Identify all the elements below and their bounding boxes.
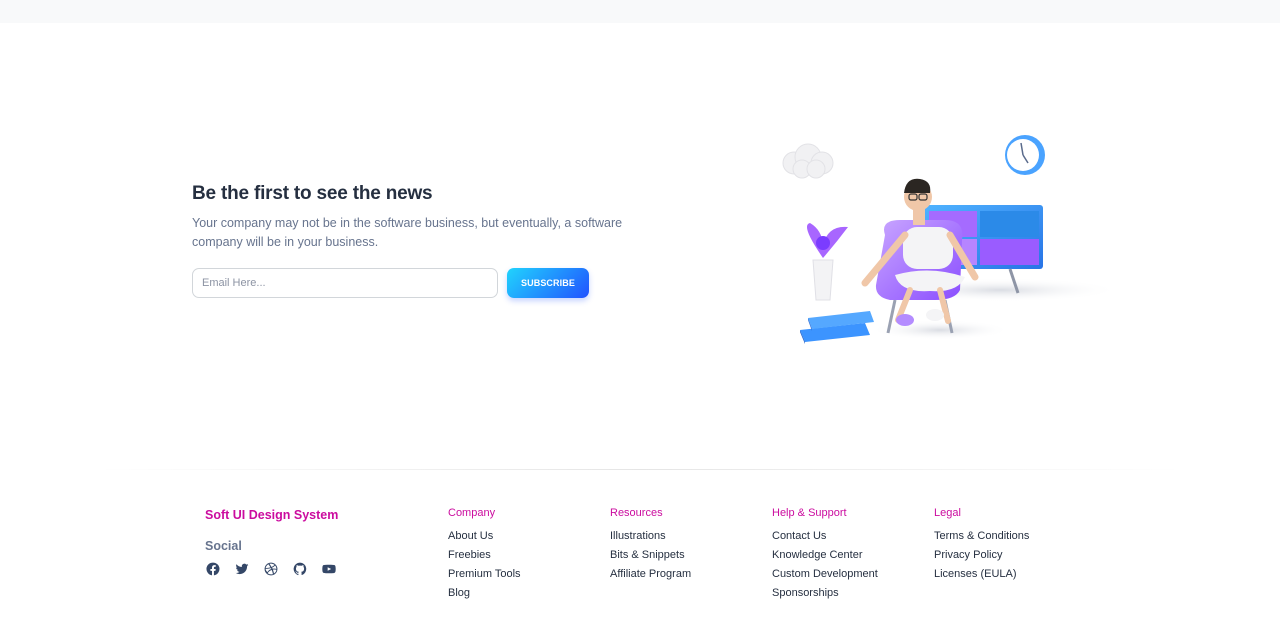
column-title-legal: Legal bbox=[934, 507, 961, 519]
footer-brand[interactable]: Soft UI Design System bbox=[205, 508, 338, 522]
link-premium-tools[interactable]: Premium Tools bbox=[448, 565, 521, 584]
link-custom-development[interactable]: Custom Development bbox=[772, 565, 878, 584]
link-about-us[interactable]: About Us bbox=[448, 527, 521, 546]
column-title-help: Help & Support bbox=[772, 507, 847, 519]
newsletter-text: Your company may not be in the software … bbox=[192, 216, 623, 249]
subscribe-button[interactable]: SUBSCRIBE bbox=[507, 268, 589, 298]
twitter-icon[interactable] bbox=[234, 561, 249, 576]
link-privacy-policy[interactable]: Privacy Policy bbox=[934, 546, 1029, 565]
newsletter-section: Be the first to see the news Your compan… bbox=[192, 182, 652, 298]
github-icon[interactable] bbox=[292, 561, 307, 576]
link-knowledge-center[interactable]: Knowledge Center bbox=[772, 546, 878, 565]
dribbble-icon[interactable] bbox=[263, 561, 278, 576]
social-icons bbox=[205, 561, 336, 576]
footer-column-company: Company About Us Freebies Premium Tools … bbox=[448, 506, 521, 603]
youtube-icon[interactable] bbox=[321, 561, 336, 576]
newsletter-title: Be the first to see the news bbox=[192, 183, 433, 204]
footer-divider bbox=[95, 469, 1185, 470]
link-sponsorships[interactable]: Sponsorships bbox=[772, 584, 878, 603]
footer-column-resources: Resources Illustrations Bits & Snippets … bbox=[610, 506, 691, 584]
link-licenses[interactable]: Licenses (EULA) bbox=[934, 565, 1029, 584]
social-title: Social bbox=[205, 539, 242, 553]
newsletter-form: SUBSCRIBE bbox=[192, 268, 589, 298]
meditating-man-illustration bbox=[782, 135, 1120, 344]
email-input[interactable] bbox=[192, 268, 498, 298]
link-affiliate-program[interactable]: Affiliate Program bbox=[610, 565, 691, 584]
footer-column-legal: Legal Terms & Conditions Privacy Policy … bbox=[934, 506, 1029, 584]
link-terms-conditions[interactable]: Terms & Conditions bbox=[934, 527, 1029, 546]
link-blog[interactable]: Blog bbox=[448, 584, 521, 603]
column-title-resources: Resources bbox=[610, 507, 663, 519]
link-illustrations[interactable]: Illustrations bbox=[610, 527, 691, 546]
link-bits-snippets[interactable]: Bits & Snippets bbox=[610, 546, 691, 565]
column-title-company: Company bbox=[448, 507, 496, 519]
top-strip bbox=[0, 0, 1280, 23]
link-freebies[interactable]: Freebies bbox=[448, 546, 521, 565]
link-contact-us[interactable]: Contact Us bbox=[772, 527, 878, 546]
facebook-icon[interactable] bbox=[205, 561, 220, 576]
footer-column-help: Help & Support Contact Us Knowledge Cent… bbox=[772, 506, 878, 603]
